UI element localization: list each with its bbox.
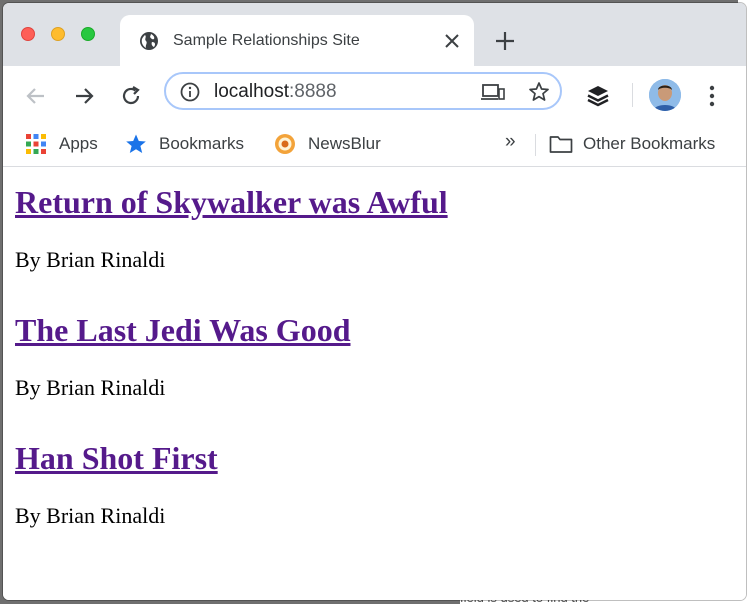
maximize-window-button[interactable] bbox=[81, 27, 95, 41]
bookmarks-bar: Apps Bookmarks NewsBlur » Other Bookmark… bbox=[3, 123, 746, 167]
bookmark-newsblur-label: NewsBlur bbox=[308, 134, 381, 153]
close-tab-icon[interactable] bbox=[442, 31, 462, 51]
more-menu-icon[interactable] bbox=[705, 83, 719, 109]
close-window-button[interactable] bbox=[21, 27, 35, 41]
info-icon[interactable] bbox=[180, 82, 200, 102]
bookmarks-overflow-button[interactable]: » bbox=[505, 131, 516, 153]
globe-icon bbox=[139, 31, 159, 51]
post-title-link[interactable]: Han Shot First bbox=[15, 440, 218, 476]
url-text[interactable]: localhost:8888 bbox=[214, 81, 337, 103]
apps-grid-icon bbox=[25, 133, 47, 155]
url-host: localhost bbox=[214, 81, 289, 102]
folder-icon bbox=[549, 133, 573, 155]
post-item: The Last Jedi Was Good By Brian Rinaldi bbox=[15, 312, 350, 400]
url-port: :8888 bbox=[289, 81, 337, 102]
tab-strip: Sample Relationships Site bbox=[3, 3, 746, 66]
tab-active[interactable]: Sample Relationships Site bbox=[120, 15, 474, 66]
tab-title: Sample Relationships Site bbox=[173, 32, 360, 49]
post-title-link[interactable]: Return of Skywalker was Awful bbox=[15, 184, 448, 220]
bookmark-apps[interactable]: Apps bbox=[25, 133, 98, 155]
post-byline: By Brian Rinaldi bbox=[15, 503, 166, 528]
layers-extension-icon[interactable] bbox=[585, 83, 611, 109]
bookmark-other[interactable]: Other Bookmarks bbox=[549, 133, 715, 155]
bookmark-bookmarks-label: Bookmarks bbox=[159, 134, 245, 153]
bookmarks-divider bbox=[535, 134, 536, 156]
newsblur-icon bbox=[274, 133, 296, 155]
new-tab-button[interactable] bbox=[493, 29, 517, 53]
post-item: Return of Skywalker was Awful By Brian R… bbox=[15, 184, 448, 272]
forward-button[interactable] bbox=[70, 82, 98, 110]
browser-window: Sample Relationships Site localhost:8888 bbox=[3, 3, 746, 600]
profile-avatar[interactable] bbox=[649, 79, 681, 111]
bookmark-apps-label: Apps bbox=[59, 134, 98, 153]
minimize-window-button[interactable] bbox=[51, 27, 65, 41]
toolbar: localhost:8888 bbox=[3, 66, 746, 123]
toolbar-divider bbox=[632, 83, 633, 107]
bookmark-newsblur[interactable]: NewsBlur bbox=[274, 133, 381, 155]
back-button[interactable] bbox=[22, 82, 50, 110]
star-icon bbox=[125, 133, 147, 155]
bookmark-star-icon[interactable] bbox=[528, 81, 550, 103]
page-content: Return of Skywalker was Awful By Brian R… bbox=[3, 167, 746, 600]
post-byline: By Brian Rinaldi bbox=[15, 247, 166, 272]
reload-button[interactable] bbox=[117, 82, 145, 110]
bookmark-bookmarks[interactable]: Bookmarks bbox=[125, 133, 244, 155]
post-title-link[interactable]: The Last Jedi Was Good bbox=[15, 312, 350, 348]
post-byline: By Brian Rinaldi bbox=[15, 375, 166, 400]
bookmark-other-label: Other Bookmarks bbox=[583, 134, 716, 153]
cast-icon[interactable] bbox=[481, 81, 505, 103]
address-bar[interactable]: localhost:8888 bbox=[164, 72, 562, 110]
post-item: Han Shot First By Brian Rinaldi bbox=[15, 440, 218, 528]
